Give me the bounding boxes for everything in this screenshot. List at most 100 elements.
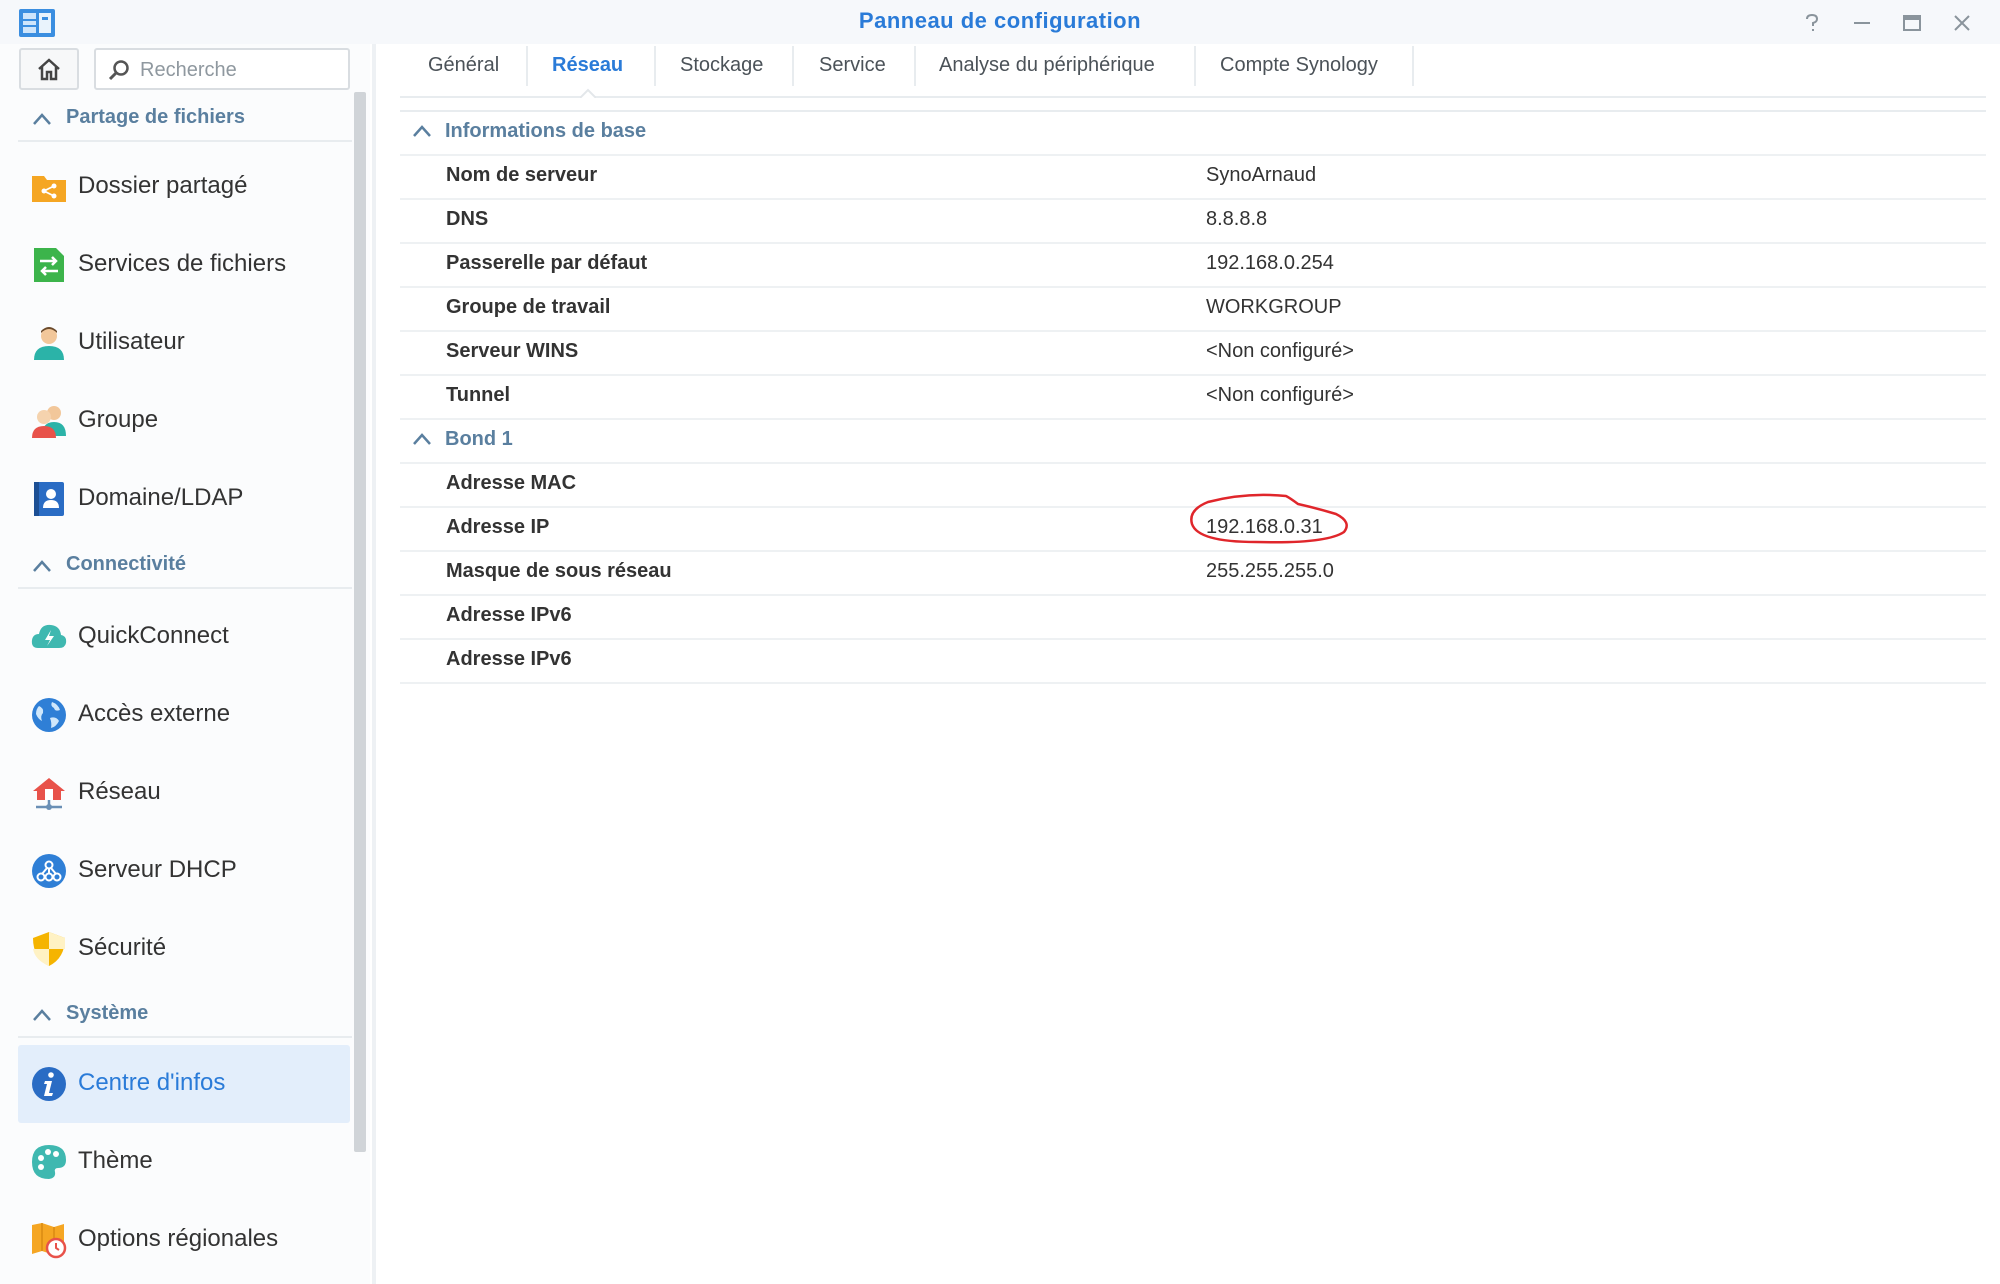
file-services-icon xyxy=(34,248,64,282)
close-button[interactable] xyxy=(1946,8,1978,38)
search-box[interactable] xyxy=(94,48,350,90)
row-label: Nom de serveur xyxy=(446,164,598,186)
chevron-up-icon xyxy=(413,433,431,445)
help-button[interactable] xyxy=(1796,8,1828,38)
sidebar-item-quickconnect[interactable]: QuickConnect xyxy=(18,598,350,676)
sidebar-item-label: Dossier partagé xyxy=(78,172,248,199)
title-bar: Panneau de configuration xyxy=(0,0,2000,44)
maximize-button[interactable] xyxy=(1896,8,1928,38)
info-row-server-name: Nom de serveur SynoArnaud xyxy=(400,154,1986,200)
info-row-wins: Serveur WINS <Non configuré> xyxy=(400,330,1986,376)
sidebar-item-label: Thème xyxy=(78,1147,153,1174)
active-tab-indicator xyxy=(580,88,596,98)
sidebar-item-label: Services de fichiers xyxy=(78,250,287,277)
row-value: <Non configuré> xyxy=(1206,384,1354,406)
minimize-icon xyxy=(1854,22,1870,24)
sidebar-item-external-access[interactable]: Accès externe xyxy=(18,676,350,754)
row-value: <Non configuré> xyxy=(1206,340,1354,362)
info-icon xyxy=(32,1067,66,1101)
quickconnect-icon xyxy=(31,624,67,648)
sidebar-item-network[interactable]: Réseau xyxy=(18,754,350,832)
sidebar-item-label: Sécurité xyxy=(78,934,167,961)
network-home-icon xyxy=(33,778,65,810)
dhcp-server-icon xyxy=(32,854,66,888)
section-system[interactable]: Système xyxy=(18,996,352,1038)
sidebar-item-label: Accès externe xyxy=(78,700,231,727)
info-row-dns: DNS 8.8.8.8 xyxy=(400,198,1986,244)
tab-storage[interactable]: Stockage xyxy=(680,54,763,88)
row-label: Groupe de travail xyxy=(446,296,611,318)
chevron-up-icon xyxy=(33,560,51,572)
info-row-mac: Adresse MAC xyxy=(400,462,1986,508)
chevron-up-icon xyxy=(413,125,431,137)
info-row-gateway: Passerelle par défaut 192.168.0.254 xyxy=(400,242,1986,288)
section-label: Partage de fichiers xyxy=(66,106,245,128)
info-row-ipv6: Adresse IPv6 xyxy=(400,594,1986,640)
sidebar-item-user[interactable]: Utilisateur xyxy=(18,304,350,382)
chevron-up-icon xyxy=(33,1009,51,1021)
home-icon xyxy=(38,58,60,81)
sidebar-item-label: Serveur DHCP xyxy=(78,856,237,883)
row-value: 192.168.0.31 xyxy=(1206,516,1323,538)
sidebar-divider xyxy=(372,44,376,1284)
sidebar-item-label: Utilisateur xyxy=(78,328,185,355)
shield-icon xyxy=(33,932,65,966)
sidebar-item-label: Centre d'infos xyxy=(78,1069,226,1096)
section-label: Système xyxy=(66,1002,149,1024)
close-icon xyxy=(1954,15,1970,31)
sidebar-item-group[interactable]: Groupe xyxy=(18,382,350,460)
section-file-sharing[interactable]: Partage de fichiers xyxy=(18,100,352,142)
user-icon xyxy=(34,327,64,360)
globe-icon xyxy=(32,698,66,732)
minimize-button[interactable] xyxy=(1846,8,1878,38)
row-label: Adresse IPv6 xyxy=(446,604,572,626)
info-row-workgroup: Groupe de travail WORKGROUP xyxy=(400,286,1986,332)
row-label: Passerelle par défaut xyxy=(446,252,648,274)
section-title: Bond 1 xyxy=(445,428,513,450)
shared-folder-icon xyxy=(32,176,66,202)
home-button[interactable] xyxy=(19,48,79,90)
tab-general[interactable]: Général xyxy=(428,54,499,88)
tab-bar: Général Réseau Stockage Service Analyse … xyxy=(400,46,1986,98)
row-value: 8.8.8.8 xyxy=(1206,208,1268,230)
sidebar-item-label: Domaine/LDAP xyxy=(78,484,244,511)
row-label: Adresse MAC xyxy=(446,472,577,494)
tab-service[interactable]: Service xyxy=(819,54,886,88)
tab-device-analysis[interactable]: Analyse du périphérique xyxy=(939,54,1155,88)
sidebar-item-info-center[interactable]: Centre d'infos xyxy=(18,1045,350,1123)
sidebar-item-label: Groupe xyxy=(78,406,159,433)
row-label: Tunnel xyxy=(446,384,511,406)
sidebar-item-domain-ldap[interactable]: Domaine/LDAP xyxy=(18,460,350,538)
chevron-up-icon xyxy=(33,113,51,125)
section-label: Connectivité xyxy=(66,553,187,575)
row-label: Adresse IP xyxy=(446,516,550,538)
sidebar-item-security[interactable]: Sécurité xyxy=(18,910,350,988)
section-connectivity[interactable]: Connectivité xyxy=(18,547,352,589)
section-basic-info[interactable]: Informations de base xyxy=(400,110,1986,156)
row-label: Adresse IPv6 xyxy=(446,648,572,670)
help-icon xyxy=(1806,13,1819,31)
info-row-subnet-mask: Masque de sous réseau 255.255.255.0 xyxy=(400,550,1986,596)
search-input[interactable] xyxy=(138,56,342,84)
maximize-icon xyxy=(1903,15,1921,31)
sidebar-item-label: QuickConnect xyxy=(78,622,229,649)
group-icon xyxy=(32,406,66,438)
sidebar-item-theme[interactable]: Thème xyxy=(18,1123,350,1201)
tab-network[interactable]: Réseau xyxy=(552,54,623,88)
row-value: 255.255.255.0 xyxy=(1206,560,1334,582)
sidebar-item-label: Réseau xyxy=(78,778,161,805)
domain-ldap-icon xyxy=(34,482,64,516)
sidebar-scrollbar[interactable] xyxy=(354,92,366,1152)
sidebar-item-file-services[interactable]: Services de fichiers xyxy=(18,226,350,304)
row-value: SynoArnaud xyxy=(1206,164,1317,186)
regional-options-icon xyxy=(32,1223,67,1259)
sidebar-item-regional-options[interactable]: Options régionales xyxy=(18,1201,350,1279)
sidebar-item-dhcp-server[interactable]: Serveur DHCP xyxy=(18,832,350,910)
row-label: Serveur WINS xyxy=(446,340,579,362)
sidebar-item-shared-folder[interactable]: Dossier partagé xyxy=(18,148,350,226)
row-label: DNS xyxy=(446,208,489,230)
section-bond-1[interactable]: Bond 1 xyxy=(400,418,1986,464)
tab-synology-account[interactable]: Compte Synology xyxy=(1220,54,1378,88)
row-value: 192.168.0.254 xyxy=(1206,252,1334,274)
info-row-tunnel: Tunnel <Non configuré> xyxy=(400,374,1986,420)
